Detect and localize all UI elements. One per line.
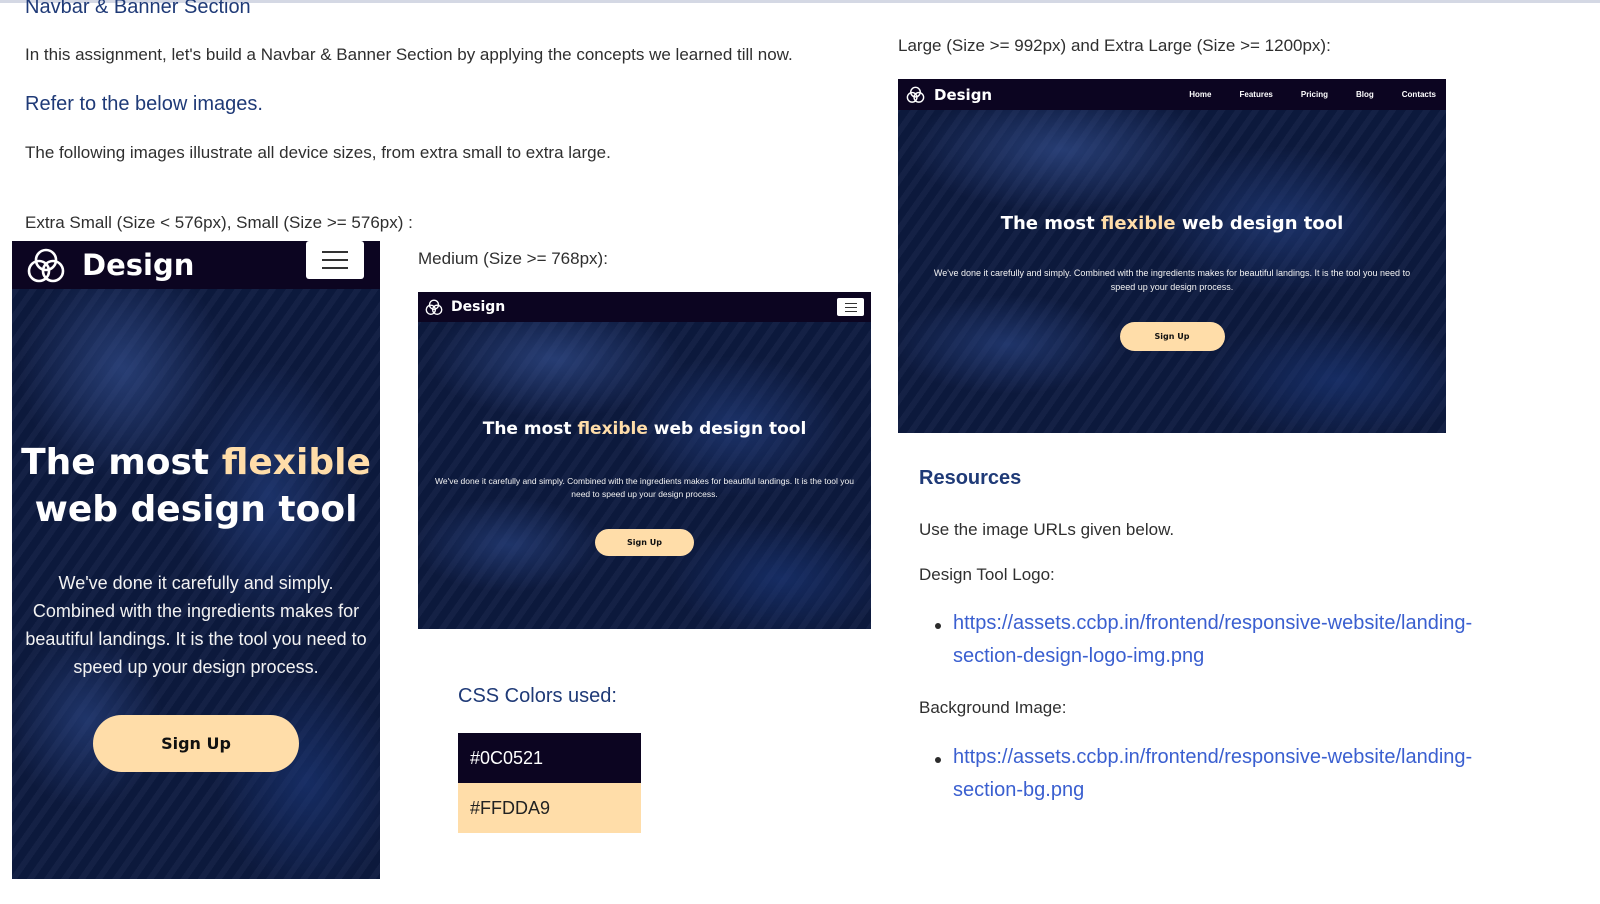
device-intro: The following images illustrate all devi… [25,143,611,162]
hero-title: The most flexible web design tool [1000,213,1344,234]
color-swatch-primary: #0C0521 [458,733,641,783]
label-large: Large (Size >= 992px) and Extra Large (S… [898,36,1331,55]
hero-section: The most flexible web design tool We've … [12,439,380,772]
list-bullet [935,623,941,629]
logo: Design [905,84,992,105]
list-bullet [935,757,941,763]
refer-heading: Refer to the below images. [25,93,263,115]
label-xs-small: Extra Small (Size < 576px), Small (Size … [25,213,413,232]
logo-url-label: Design Tool Logo: [919,565,1055,584]
logo-text: Design [451,299,506,315]
hero-section: The most flexible web design tool We've … [898,213,1446,351]
logo-text: Design [82,248,195,282]
colors-heading: CSS Colors used: [458,685,617,707]
hero-description: We've done it carefully and simply. Comb… [435,476,854,499]
bg-url-label: Background Image: [919,698,1067,717]
nav-link-blog[interactable]: Blog [1356,90,1374,99]
sign-up-button[interactable]: Sign Up [1119,322,1225,351]
logo-text: Design [934,85,993,104]
mockup-medium: Design The most flexible web design tool… [418,292,871,629]
label-medium: Medium (Size >= 768px): [418,249,608,268]
design-logo-icon [906,86,925,103]
hero-title: The most flexible web design tool [21,442,371,530]
mockup-mobile: Design The most flexible web design tool… [12,241,380,879]
mockup-large: Design Home Features Pricing Blog Contac… [898,79,1446,433]
logo: Design [24,243,194,287]
hero-description: We've done it carefully and simply. Comb… [25,573,367,677]
nav-link-contacts[interactable]: Contacts [1402,90,1436,99]
logo: Design [424,297,505,317]
mockup-navbar: Design [418,292,871,322]
bg-url-link[interactable]: https://assets.ccbp.in/frontend/responsi… [953,741,1472,807]
sign-up-button[interactable]: Sign Up [595,529,694,556]
resources-heading: Resources [919,467,1022,489]
mockup-navbar: Design Home Features Pricing Blog Contac… [898,79,1446,110]
mockup-navbar: Design [12,241,380,289]
hamburger-menu-button[interactable] [306,241,364,279]
logo-url-link[interactable]: https://assets.ccbp.in/frontend/responsi… [953,607,1472,673]
hero-section: The most flexible web design tool We've … [418,419,871,556]
color-swatch-accent: #FFDDA9 [458,783,641,833]
sign-up-button[interactable]: Sign Up [93,715,299,772]
section-title: Navbar & Banner Section [25,0,251,18]
hero-title: The most flexible web design tool [482,419,807,439]
intro-text: In this assignment, let's build a Navbar… [25,45,793,64]
nav-link-pricing[interactable]: Pricing [1301,90,1328,99]
nav-links: Home Features Pricing Blog Contacts [1161,90,1436,99]
nav-link-features[interactable]: Features [1240,90,1273,99]
design-logo-icon [425,299,443,315]
nav-link-home[interactable]: Home [1189,90,1211,99]
hamburger-menu-button[interactable] [837,298,864,316]
design-logo-icon [27,248,65,283]
hero-description: We've done it carefully and simply. Comb… [933,268,1411,292]
resources-intro: Use the image URLs given below. [919,520,1175,539]
